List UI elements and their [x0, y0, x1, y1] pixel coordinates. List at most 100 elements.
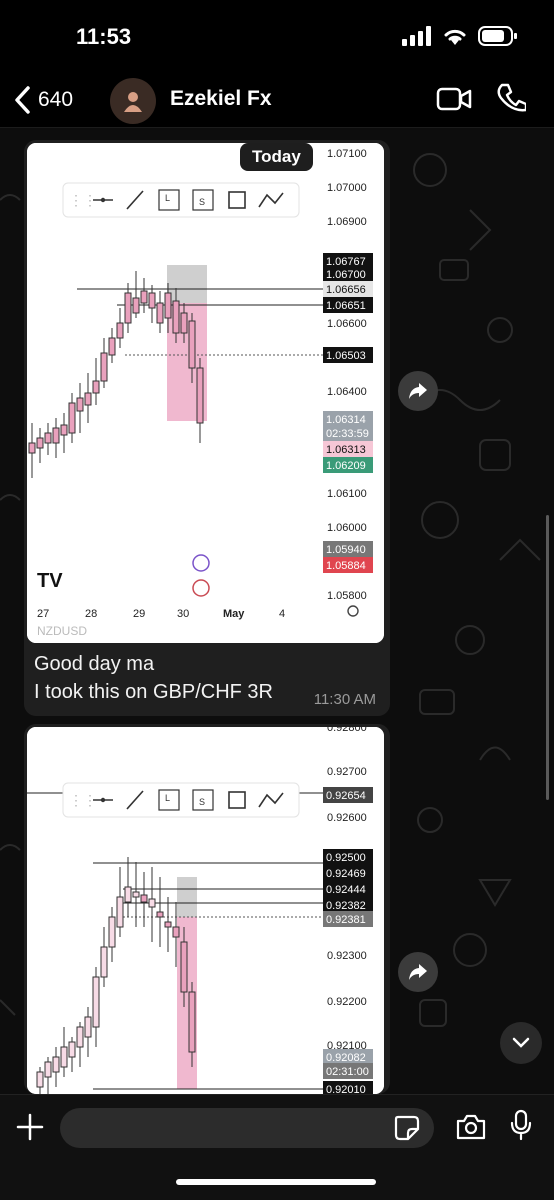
candle	[140, 290, 148, 304]
home-indicator	[176, 1179, 376, 1185]
candle	[76, 397, 84, 412]
price-tag: 0.92382	[326, 900, 366, 912]
status-time: 11:53	[76, 24, 132, 49]
candle	[36, 1071, 44, 1088]
price-tag: 1.06700	[326, 269, 366, 281]
video-call-button[interactable]	[436, 86, 472, 117]
message-text-line-1: Good day ma	[34, 653, 155, 675]
chat-header: 640 Ezekiel Fx	[0, 72, 554, 128]
candle	[92, 380, 100, 394]
horizontal-line-tool-dot	[100, 197, 106, 203]
image-message-bubble-2[interactable]: 0.92800 0.92700 0.92600 0.92300 0.92200 0.921…	[24, 724, 390, 1094]
candle	[28, 442, 36, 454]
candle	[36, 437, 44, 449]
plus-icon	[16, 1113, 44, 1141]
price-axis-label: 1.05800	[327, 590, 367, 602]
scroll-to-bottom-button[interactable]	[500, 1022, 542, 1064]
candle	[188, 320, 196, 369]
candle	[68, 402, 76, 434]
chart-screenshot-1[interactable]: 1.07100 1.07000 1.06900 1.06600 1.06400 1.061…	[27, 143, 384, 643]
price-axis-label: 0.92300	[327, 950, 367, 962]
price-axis-label: 1.07000	[327, 182, 367, 194]
forward-arrow-icon	[409, 383, 427, 399]
candle	[68, 1041, 76, 1058]
attach-button[interactable]	[16, 1113, 44, 1146]
symbol-label: NZDUSD	[37, 624, 87, 638]
toolbar-grip-icon: ⋮⋮	[69, 192, 97, 208]
status-bar: 11:53	[0, 0, 554, 72]
forward-arrow-icon	[409, 964, 427, 980]
candle	[84, 1016, 92, 1038]
horizontal-line-tool-dot	[100, 797, 106, 803]
contact-name[interactable]: Ezekiel Fx	[170, 87, 272, 111]
price-axis-label: 1.06100	[327, 488, 367, 500]
candle	[84, 392, 92, 406]
candle	[180, 941, 188, 993]
price-axis-label: 1.06900	[327, 216, 367, 228]
forward-button-1[interactable]	[398, 371, 438, 411]
date-axis-label: 29	[133, 608, 145, 620]
candle	[132, 891, 140, 898]
price-tag: 0.92500	[326, 852, 366, 864]
microphone-icon	[510, 1109, 532, 1141]
price-axis-label: 1.06600	[327, 318, 367, 330]
forward-button-2[interactable]	[398, 952, 438, 992]
price-tag: 1.06651	[326, 300, 366, 312]
contact-avatar[interactable]	[110, 78, 156, 124]
candle	[164, 292, 172, 319]
candle	[116, 896, 124, 928]
voice-call-button[interactable]	[496, 82, 528, 119]
video-call-icon	[436, 87, 472, 111]
candle	[172, 926, 180, 938]
long-position-tool-letter: L	[165, 193, 170, 203]
chat-scrollbar[interactable]	[546, 515, 549, 800]
price-tag: 1.06209	[326, 460, 366, 472]
date-axis-label: 4	[279, 608, 285, 620]
back-button[interactable]: 640	[14, 82, 73, 118]
message-input[interactable]	[60, 1108, 434, 1148]
candle	[92, 976, 100, 1028]
candle	[156, 911, 164, 918]
price-axis-label: 0.92600	[327, 812, 367, 824]
price-tag: 02:31:00	[326, 1066, 369, 1078]
date-axis-label: May	[223, 608, 245, 620]
candle	[132, 297, 140, 314]
price-axis-label: 0.92200	[327, 996, 367, 1008]
image-message-bubble[interactable]: 1.07100 1.07000 1.06900 1.06600 1.06400 1.061…	[24, 140, 390, 716]
candle	[100, 946, 108, 978]
price-tag: 1.06656	[326, 284, 366, 296]
date-axis-label: 30	[177, 608, 189, 620]
candle	[60, 1046, 68, 1068]
unread-count: 640	[38, 88, 74, 111]
price-axis-label: 1.06400	[327, 386, 367, 398]
price-axis-label: 0.92800	[327, 727, 367, 734]
stop-loss-zone	[167, 265, 207, 303]
candle	[124, 886, 132, 903]
date-axis-label: 27	[37, 608, 49, 620]
candle	[172, 300, 180, 334]
price-axis-label: 1.06000	[327, 522, 367, 534]
candle	[108, 337, 116, 356]
sticker-icon	[394, 1115, 420, 1141]
sticker-button[interactable]	[394, 1115, 420, 1146]
price-tag: 1.06313	[326, 444, 366, 456]
candle	[148, 898, 156, 908]
wifi-icon	[444, 29, 466, 45]
stop-loss-zone	[177, 877, 197, 917]
candle	[76, 1026, 84, 1048]
price-tag: 1.06314	[326, 414, 366, 426]
price-tag: 0.92381	[326, 914, 366, 926]
microphone-button[interactable]	[510, 1109, 532, 1146]
price-axis-label: 1.07100	[327, 148, 367, 160]
candle	[180, 312, 188, 334]
phone-icon	[497, 83, 528, 112]
battery-icon	[478, 26, 517, 46]
candle	[100, 352, 108, 382]
price-tag: 1.06503	[326, 350, 366, 362]
camera-button[interactable]	[455, 1113, 487, 1146]
chart-screenshot-2[interactable]: 0.92800 0.92700 0.92600 0.92300 0.92200 0.921…	[27, 727, 384, 1094]
candle	[156, 302, 164, 324]
price-tag: 0.92444	[326, 884, 366, 896]
price-tag: 02:33:59	[326, 428, 369, 440]
message-timestamp: 11:30 AM	[313, 691, 376, 708]
